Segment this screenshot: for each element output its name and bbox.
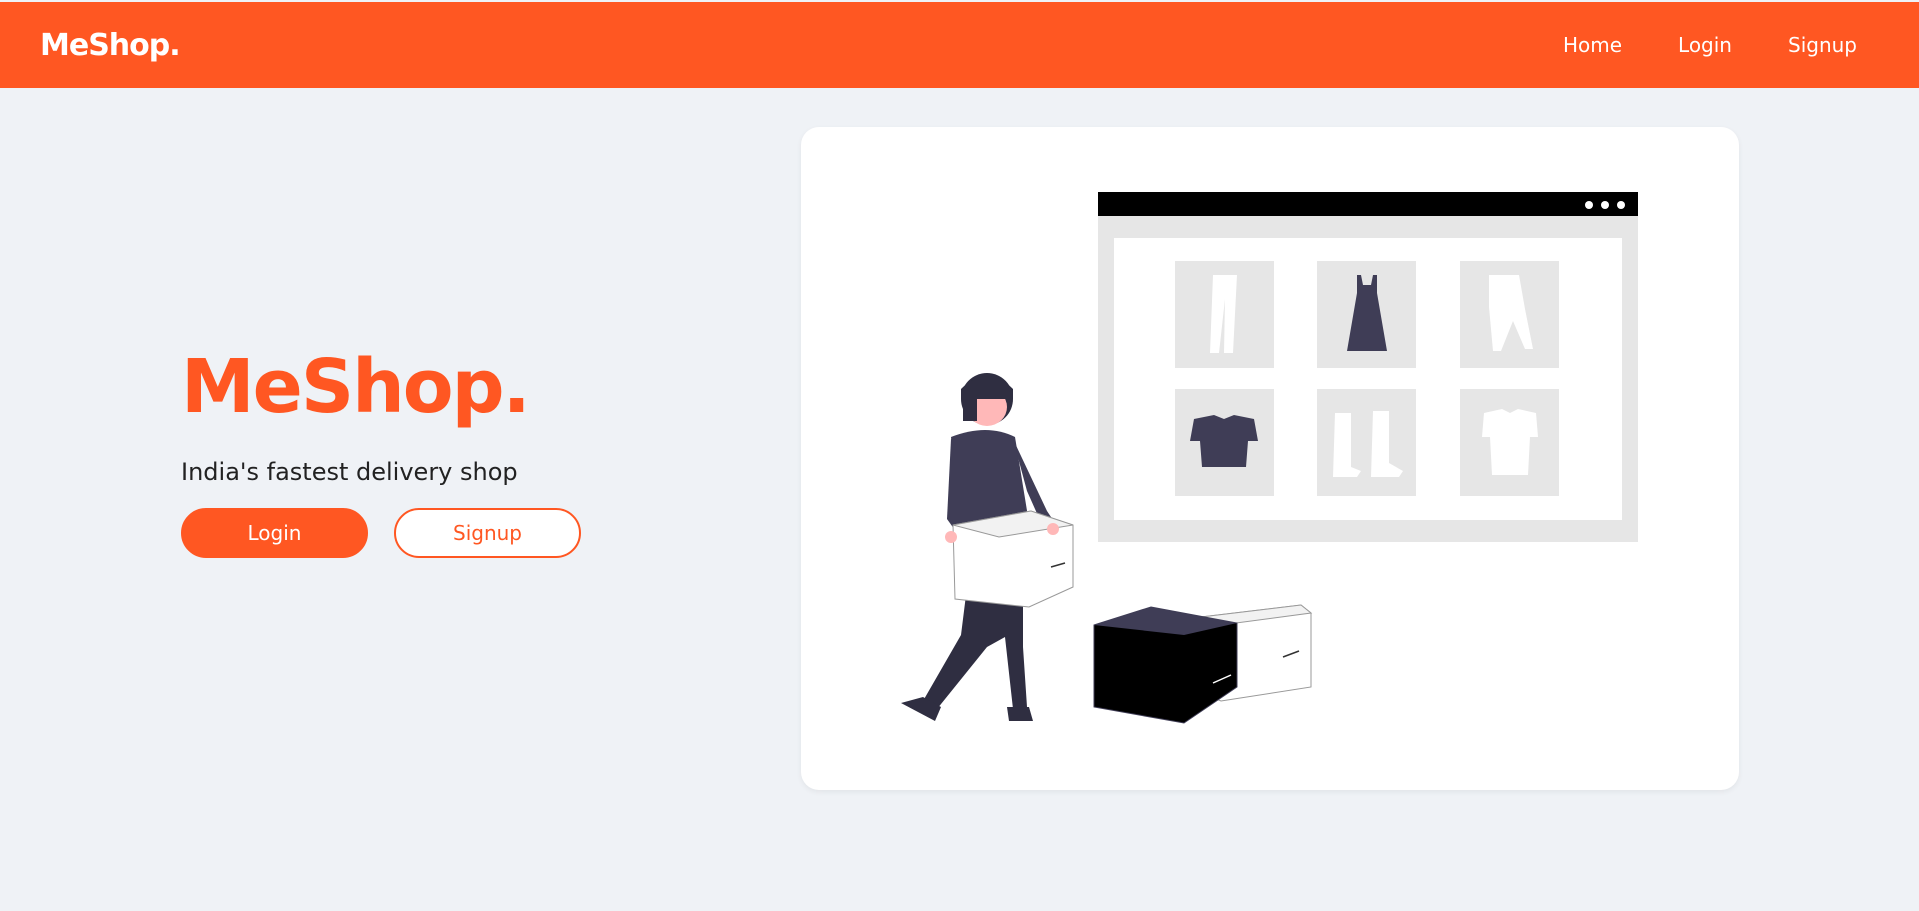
person-carrying-box-graphic <box>901 373 1074 721</box>
hero-illustration-card <box>801 127 1739 790</box>
shopping-illustration <box>901 192 1638 724</box>
nav-home-link[interactable]: Home <box>1563 33 1622 57</box>
hero-title: MeShop. <box>181 344 531 430</box>
boxes-graphic <box>1093 604 1313 724</box>
brand-logo[interactable]: MeShop. <box>40 28 181 63</box>
nav-login-link[interactable]: Login <box>1678 33 1732 57</box>
browser-window-graphic <box>1098 192 1638 542</box>
hero-section: MeShop. India's fastest delivery shop Lo… <box>181 350 681 558</box>
hero-buttons: Login Signup <box>181 508 681 558</box>
top-navbar: MeShop. Home Login Signup <box>0 2 1919 88</box>
login-button[interactable]: Login <box>181 508 368 558</box>
hero-subtitle: India's fastest delivery shop <box>181 458 518 486</box>
signup-button[interactable]: Signup <box>394 508 581 558</box>
nav-signup-link[interactable]: Signup <box>1788 33 1857 57</box>
nav-links: Home Login Signup <box>1507 33 1857 57</box>
